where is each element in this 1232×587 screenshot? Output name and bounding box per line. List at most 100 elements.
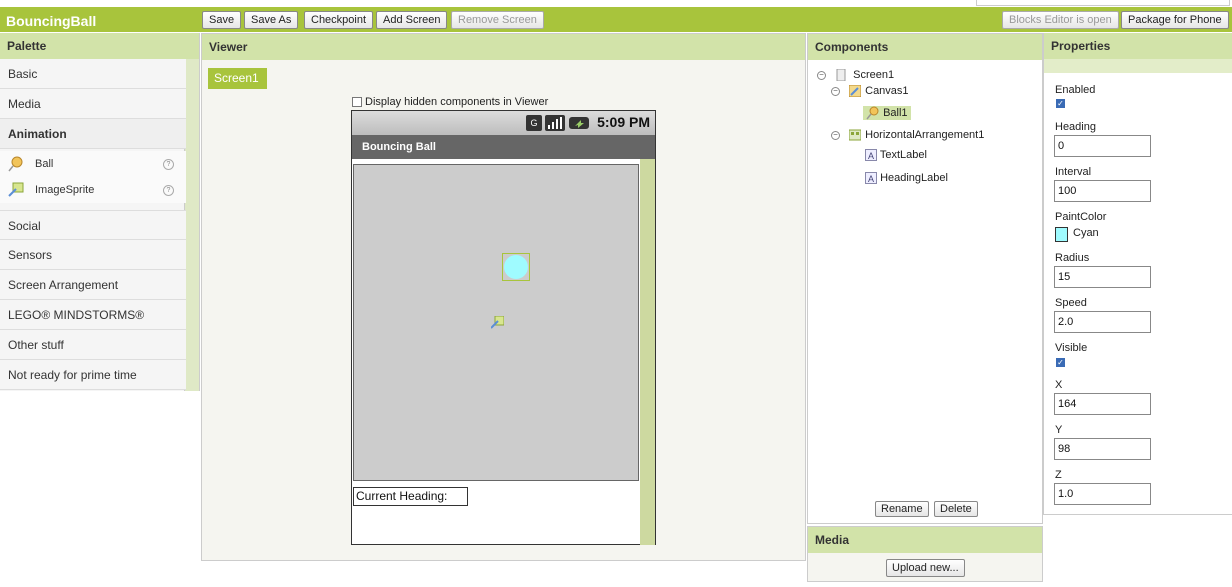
current-heading-label[interactable]: Current Heading: — [353, 487, 468, 506]
ball-sprite — [504, 255, 528, 279]
tree-label: Canvas1 — [865, 85, 909, 97]
interval-input[interactable]: 100 — [1054, 180, 1151, 202]
signal-icon — [545, 115, 565, 131]
app-title: BouncingBall — [6, 13, 97, 29]
speed-input[interactable]: 2.0 — [1054, 311, 1151, 333]
package-for-phone-button[interactable]: Package for Phone — [1121, 11, 1229, 29]
paintcolor-swatch[interactable] — [1055, 227, 1068, 242]
palette-item-label: ImageSprite — [35, 184, 95, 196]
visible-label: Visible — [1055, 342, 1088, 354]
heading-input[interactable]: 0 — [1054, 135, 1151, 157]
tree-label: TextLabel — [879, 149, 927, 161]
tree-item-textlabel[interactable]: A TextLabel — [865, 149, 927, 162]
paintcolor-value[interactable]: Cyan — [1073, 227, 1099, 239]
checkbox-box[interactable] — [352, 97, 362, 108]
properties-subheader — [1044, 59, 1232, 73]
speed-label: Speed — [1055, 297, 1087, 309]
collapse-icon[interactable]: − — [831, 86, 840, 96]
radius-label: Radius — [1055, 252, 1090, 264]
interval-label: Interval — [1055, 166, 1092, 178]
media-panel: Media Upload new... — [807, 526, 1043, 582]
paintcolor-label: PaintColor — [1055, 211, 1107, 223]
tree-label: Ball1 — [883, 106, 908, 119]
tree-item-ball1[interactable]: Ball1 — [863, 105, 911, 120]
properties-panel: Properties Enabled ✓ Heading 0 Interval … — [1043, 33, 1232, 515]
palette-item-imagesprite[interactable]: ImageSprite ? — [0, 177, 186, 203]
delete-button[interactable]: Delete — [934, 501, 978, 517]
screen-tab[interactable]: Screen1 — [208, 68, 267, 89]
battery-icon — [569, 117, 589, 129]
save-button[interactable]: Save — [202, 11, 242, 29]
network-icon: G — [526, 115, 542, 131]
ball-icon — [8, 156, 23, 172]
x-input[interactable]: 164 — [1054, 393, 1151, 415]
arrangement-icon — [849, 129, 862, 141]
label-icon: A — [865, 149, 877, 162]
palette-category-not-ready[interactable]: Not ready for prime time — [0, 360, 186, 390]
palette-category-other-stuff[interactable]: Other stuff — [0, 330, 186, 360]
label-icon: A — [865, 172, 877, 185]
enabled-checkbox[interactable]: ✓ — [1056, 99, 1065, 108]
enabled-label: Enabled — [1055, 84, 1096, 96]
palette-item-label: Ball — [35, 158, 54, 170]
image-sprite-placeholder-icon[interactable] — [491, 316, 504, 329]
top-strip — [0, 0, 1232, 7]
tree-label: Screen1 — [853, 69, 895, 81]
phone-status-bar: G 5:09 PM — [352, 111, 655, 135]
palette-category-sensors[interactable]: Sensors — [0, 240, 186, 270]
display-hidden-label: Display hidden components in Viewer — [365, 96, 549, 108]
image-sprite-icon — [8, 182, 24, 197]
screen-icon — [836, 69, 846, 82]
palette-header: Palette — [0, 33, 199, 59]
canvas1[interactable] — [353, 164, 639, 481]
add-screen-button[interactable]: Add Screen — [376, 11, 448, 29]
collapse-icon[interactable]: − — [817, 70, 826, 80]
palette-category-social[interactable]: Social — [0, 210, 186, 240]
palette-panel: Palette Basic Media Animation Ball ? Ima… — [0, 33, 200, 391]
y-input[interactable]: 98 — [1054, 438, 1151, 460]
help-icon[interactable]: ? — [163, 159, 174, 170]
palette-category-media[interactable]: Media — [0, 89, 186, 119]
canvas-icon — [849, 85, 862, 98]
ball-icon — [866, 106, 879, 120]
components-header: Components — [808, 34, 1042, 60]
rename-button[interactable]: Rename — [875, 501, 929, 517]
tree-item-headinglabel[interactable]: A HeadingLabel — [865, 172, 948, 185]
y-label: Y — [1055, 424, 1063, 436]
visible-checkbox[interactable]: ✓ — [1056, 358, 1065, 367]
phone-preview: G 5:09 PM Bouncing Ball Current Heading: — [351, 110, 656, 545]
palette-item-ball[interactable]: Ball ? — [0, 151, 186, 177]
tree-label: HeadingLabel — [880, 172, 948, 184]
display-hidden-checkbox[interactable]: Display hidden components in Viewer — [352, 96, 548, 108]
viewer-header: Viewer — [202, 34, 805, 60]
blocks-editor-button[interactable]: Blocks Editor is open — [1002, 11, 1119, 29]
palette-category-animation[interactable]: Animation — [0, 119, 186, 149]
tree-item-horizontalarrangement1[interactable]: − HorizontalArrangement1 — [831, 129, 984, 141]
collapse-icon[interactable]: − — [831, 130, 840, 140]
components-panel: Components − Screen1 − Canvas1 Ball1 − H… — [807, 33, 1043, 524]
media-header: Media — [808, 527, 1042, 553]
upload-new-button[interactable]: Upload new... — [886, 559, 965, 577]
help-icon[interactable]: ? — [163, 185, 174, 196]
x-label: X — [1055, 379, 1063, 391]
svg-text:A: A — [868, 174, 874, 184]
remove-screen-button[interactable]: Remove Screen — [451, 11, 544, 29]
palette-category-screen-arrangement[interactable]: Screen Arrangement — [0, 270, 186, 300]
selected-item[interactable]: Ball1 — [863, 105, 911, 120]
tree-item-canvas1[interactable]: − Canvas1 — [831, 85, 909, 98]
phone-clock: 5:09 PM — [597, 114, 650, 130]
palette-scrollbar[interactable] — [184, 59, 199, 391]
tree-label: HorizontalArrangement1 — [865, 129, 985, 141]
svg-text:A: A — [868, 151, 874, 161]
save-as-button[interactable]: Save As — [244, 11, 299, 29]
tree-item-screen1[interactable]: − Screen1 — [817, 69, 895, 82]
palette-category-basic[interactable]: Basic — [0, 59, 186, 89]
phone-scrollbar[interactable] — [640, 159, 655, 545]
z-input[interactable]: 1.0 — [1054, 483, 1151, 505]
checkpoint-button[interactable]: Checkpoint — [304, 11, 374, 29]
toolbar: BouncingBall Save Save As Checkpoint Add… — [0, 7, 1232, 32]
ball1[interactable] — [502, 253, 530, 281]
palette-category-lego[interactable]: LEGO® MINDSTORMS® — [0, 300, 186, 330]
radius-input[interactable]: 15 — [1054, 266, 1151, 288]
heading-label: Heading — [1055, 121, 1096, 133]
